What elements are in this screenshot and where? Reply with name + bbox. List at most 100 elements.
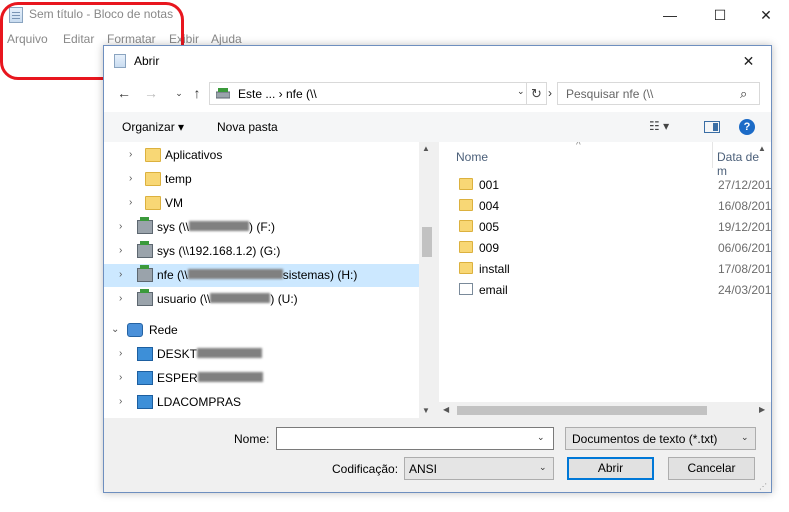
dialog-title: Abrir: [134, 54, 160, 68]
search-icon[interactable]: ⌕: [740, 86, 747, 102]
chevron-right-icon[interactable]: ›: [119, 372, 122, 383]
scroll-left-icon[interactable]: ◀: [443, 405, 449, 414]
file-row[interactable]: 001 27/12/2017: [439, 175, 771, 196]
open-button[interactable]: Abrir: [567, 457, 654, 480]
close-button[interactable]: ✕: [743, 0, 789, 30]
command-bar: Organizar ▾ Nova pasta ☷ ▾ ?: [104, 112, 771, 142]
help-icon[interactable]: ?: [739, 119, 755, 135]
scrollbar-thumb[interactable]: [457, 406, 707, 415]
file-row[interactable]: install 17/08/2017: [439, 259, 771, 280]
sort-arrow-icon: ^: [576, 142, 581, 151]
navigation-pane: › Aplicativos › temp › VM › sys (\\) (F:…: [104, 142, 435, 418]
computer-icon: [137, 347, 153, 361]
tree-item-nfe-h[interactable]: › nfe (\\ sistemas) (H:): [104, 264, 419, 287]
resize-grip-icon[interactable]: ⋰: [759, 482, 767, 491]
filename-input[interactable]: [276, 427, 554, 450]
tree-label-suffix: ) (U:): [270, 292, 298, 306]
chevron-right-icon[interactable]: ›: [119, 245, 122, 256]
tree-label-suffix: sistemas) (H:): [282, 268, 358, 282]
file-vertical-scrollbar[interactable]: ▲: [755, 142, 771, 402]
scrollbar-thumb[interactable]: [422, 227, 432, 257]
maximize-button[interactable]: ☐: [697, 0, 743, 30]
encoding-value: ANSI: [409, 462, 438, 476]
dialog-titlebar: Abrir ✕: [104, 46, 771, 76]
view-options-icon[interactable]: ☷ ▾: [649, 119, 669, 133]
organize-button[interactable]: Organizar ▾: [122, 120, 184, 134]
back-arrow-icon[interactable]: ←: [115, 84, 133, 102]
tree-item-temp[interactable]: › temp: [104, 168, 419, 191]
folder-icon: [145, 148, 161, 162]
address-row: ← → ⌄ ↑ Este ... › nfe (\\ › ⌄ ↻ Pesquis…: [104, 76, 771, 112]
search-placeholder: Pesquisar nfe (\\: [566, 87, 654, 101]
tree-label: sys (\\192.168.1.2) (G:): [157, 244, 281, 258]
notepad-icon: [114, 54, 126, 68]
network-drive-icon: [216, 88, 230, 99]
tree-label: Rede: [149, 323, 178, 337]
scroll-up-icon[interactable]: ▲: [758, 144, 766, 153]
filetype-select[interactable]: Documentos de texto (*.txt) ⌄: [565, 427, 756, 450]
forward-arrow-icon[interactable]: →: [142, 84, 160, 102]
column-divider[interactable]: [712, 142, 713, 168]
folder-icon: [459, 262, 473, 274]
tree-item-vm[interactable]: › VM: [104, 192, 419, 215]
scroll-down-icon[interactable]: ▼: [422, 406, 430, 415]
chevron-right-icon[interactable]: ›: [119, 221, 122, 232]
file-name: 001: [479, 178, 500, 192]
chevron-down-icon[interactable]: ⌄: [537, 432, 545, 443]
menu-ajuda[interactable]: Ajuda: [211, 32, 242, 46]
chevron-right-icon[interactable]: ›: [129, 197, 132, 208]
file-row[interactable]: email 24/03/2017: [439, 280, 771, 301]
cancel-button[interactable]: Cancelar: [668, 457, 755, 480]
file-name: 005: [479, 220, 500, 234]
tree-item-rede[interactable]: ⌄ Rede: [104, 319, 419, 342]
encoding-select[interactable]: ANSI ⌄: [404, 457, 554, 480]
network-drive-icon: [137, 289, 153, 306]
dialog-close-button[interactable]: ✕: [726, 46, 771, 76]
tree-label: VM: [165, 196, 183, 210]
tree-label: ESPER: [157, 371, 198, 385]
computer-icon: [137, 395, 153, 409]
chevron-down-icon: ⌄: [539, 462, 547, 472]
scroll-right-icon[interactable]: ▶: [759, 405, 765, 414]
chevron-right-icon[interactable]: ›: [119, 396, 122, 407]
folder-icon: [459, 220, 473, 232]
chevron-right-icon[interactable]: ›: [119, 348, 122, 359]
tree-item-desktop[interactable]: › DESKT: [104, 343, 419, 366]
new-folder-button[interactable]: Nova pasta: [217, 120, 278, 134]
folder-icon: [459, 199, 473, 211]
up-arrow-icon[interactable]: ↑: [188, 84, 206, 102]
chevron-right-icon[interactable]: ›: [119, 269, 122, 280]
file-row[interactable]: 005 19/12/2017: [439, 217, 771, 238]
scroll-up-icon[interactable]: ▲: [422, 144, 430, 153]
tree-item-usuario-u[interactable]: › usuario (\\) (U:): [104, 288, 419, 311]
network-drive-icon: [137, 217, 153, 234]
text-file-icon: [459, 283, 473, 295]
chevron-right-icon[interactable]: ›: [129, 173, 132, 184]
tree-item-ldacompras[interactable]: › LDACOMPRAS: [104, 391, 419, 414]
chevron-right-icon[interactable]: ›: [119, 293, 122, 304]
address-bar[interactable]: Este ... › nfe (\\ ›: [209, 82, 552, 105]
chevron-down-icon: ⌄: [741, 432, 749, 442]
file-horizontal-scrollbar[interactable]: ◀ ▶: [439, 402, 771, 418]
file-row[interactable]: 009 06/06/2017: [439, 238, 771, 259]
tree-item-sys-g[interactable]: › sys (\\192.168.1.2) (G:): [104, 240, 419, 263]
chevron-right-icon[interactable]: ›: [129, 149, 132, 160]
tree-label: sys (\\: [157, 220, 189, 234]
tree-item-aplicativos[interactable]: › Aplicativos: [104, 144, 419, 167]
column-header-name[interactable]: Nome: [456, 150, 488, 164]
search-input[interactable]: Pesquisar nfe (\\ ⌕: [557, 82, 760, 105]
nav-scrollbar[interactable]: ▲ ▼: [419, 142, 435, 418]
preview-pane-icon[interactable]: [704, 121, 720, 133]
chevron-down-icon[interactable]: ⌄: [111, 324, 119, 335]
refresh-button[interactable]: ↻: [526, 82, 547, 105]
file-row[interactable]: 004 16/08/2017: [439, 196, 771, 217]
tree-item-sys-f[interactable]: › sys (\\) (F:): [104, 216, 419, 239]
network-icon: [127, 323, 143, 337]
chevron-down-icon[interactable]: ⌄: [170, 84, 188, 102]
file-name: email: [479, 283, 508, 297]
tree-item-esper[interactable]: › ESPER: [104, 367, 419, 390]
minimize-button[interactable]: —: [647, 0, 693, 30]
file-name: 009: [479, 241, 500, 255]
chevron-down-icon: ⌄: [517, 86, 525, 96]
file-list-pane: Nome ^ Data de m 001 27/12/2017 004 16/0…: [439, 142, 771, 418]
